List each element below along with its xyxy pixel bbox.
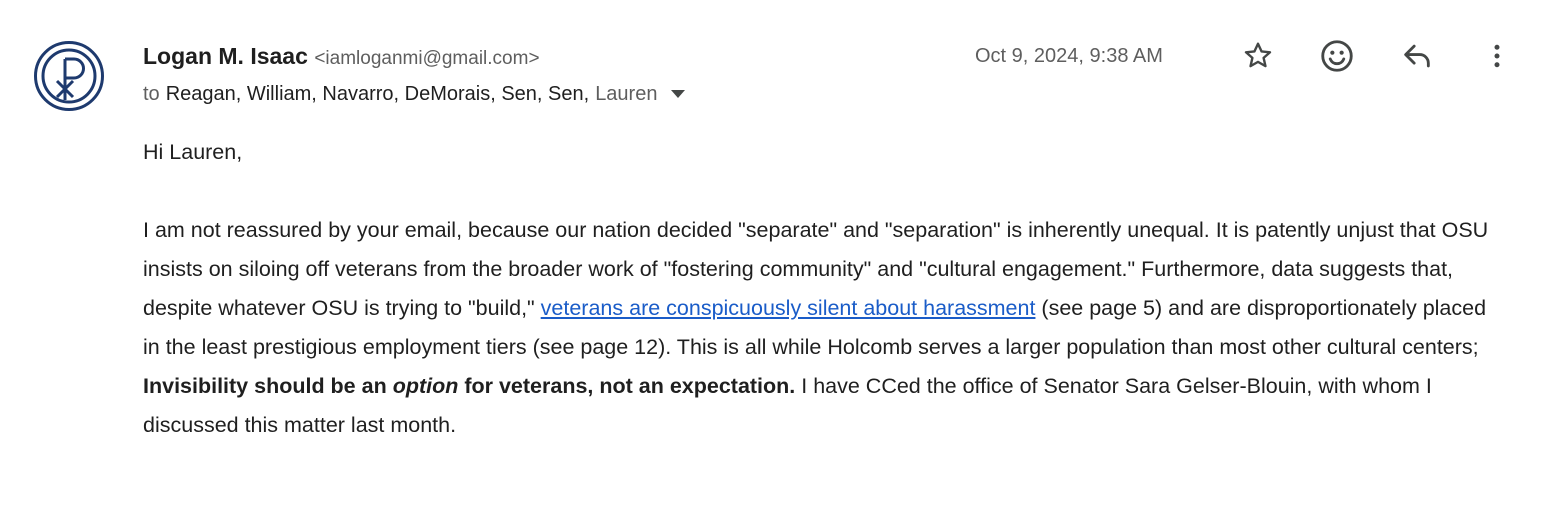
emoji-react-icon (1321, 40, 1353, 72)
recipients-line: to Reagan, William, Navarro, DeMorais, S… (143, 80, 686, 108)
add-reaction-button[interactable] (1317, 36, 1357, 76)
sender-name[interactable]: Logan M. Isaac (143, 43, 308, 69)
message-body: Hi Lauren, I am not reassured by your em… (143, 133, 1503, 445)
emphasis-bold: Invisibility should be an option for vet… (143, 374, 795, 398)
emphasis-text: for veterans, not an expectation. (458, 374, 796, 398)
message-date: Oct 9, 2024, 9:38 AM (975, 45, 1163, 67)
star-icon (1244, 42, 1272, 68)
body-paragraph: I am not reassured by your email, becaus… (143, 211, 1503, 445)
emphasis-italic: option (392, 374, 459, 398)
star-button[interactable] (1238, 36, 1278, 76)
more-options-button[interactable] (1477, 36, 1517, 76)
recipient-names: Reagan, William, Navarro, DeMorais, Sen,… (165, 83, 590, 105)
emphasis-text: Invisibility should be an (143, 374, 393, 398)
reply-icon (1404, 44, 1430, 68)
greeting: Hi Lauren, (143, 140, 243, 164)
chi-rho-logo-icon (34, 41, 104, 111)
sender-avatar[interactable] (33, 40, 105, 112)
harassment-data-link[interactable]: veterans are conspicuously silent about … (541, 296, 1036, 320)
sender-line: Logan M. Isaac <iamloganmi@gmail.com> (143, 40, 685, 72)
reply-button[interactable] (1397, 36, 1437, 76)
recipient-last: Lauren (595, 83, 658, 105)
more-vert-icon (1494, 44, 1500, 68)
to-label: to (143, 83, 160, 105)
sender-email[interactable]: <iamloganmi@gmail.com> (314, 48, 539, 69)
message-header: Logan M. Isaac <iamloganmi@gmail.com> to… (143, 40, 686, 108)
show-details-caret-icon[interactable] (671, 90, 686, 98)
